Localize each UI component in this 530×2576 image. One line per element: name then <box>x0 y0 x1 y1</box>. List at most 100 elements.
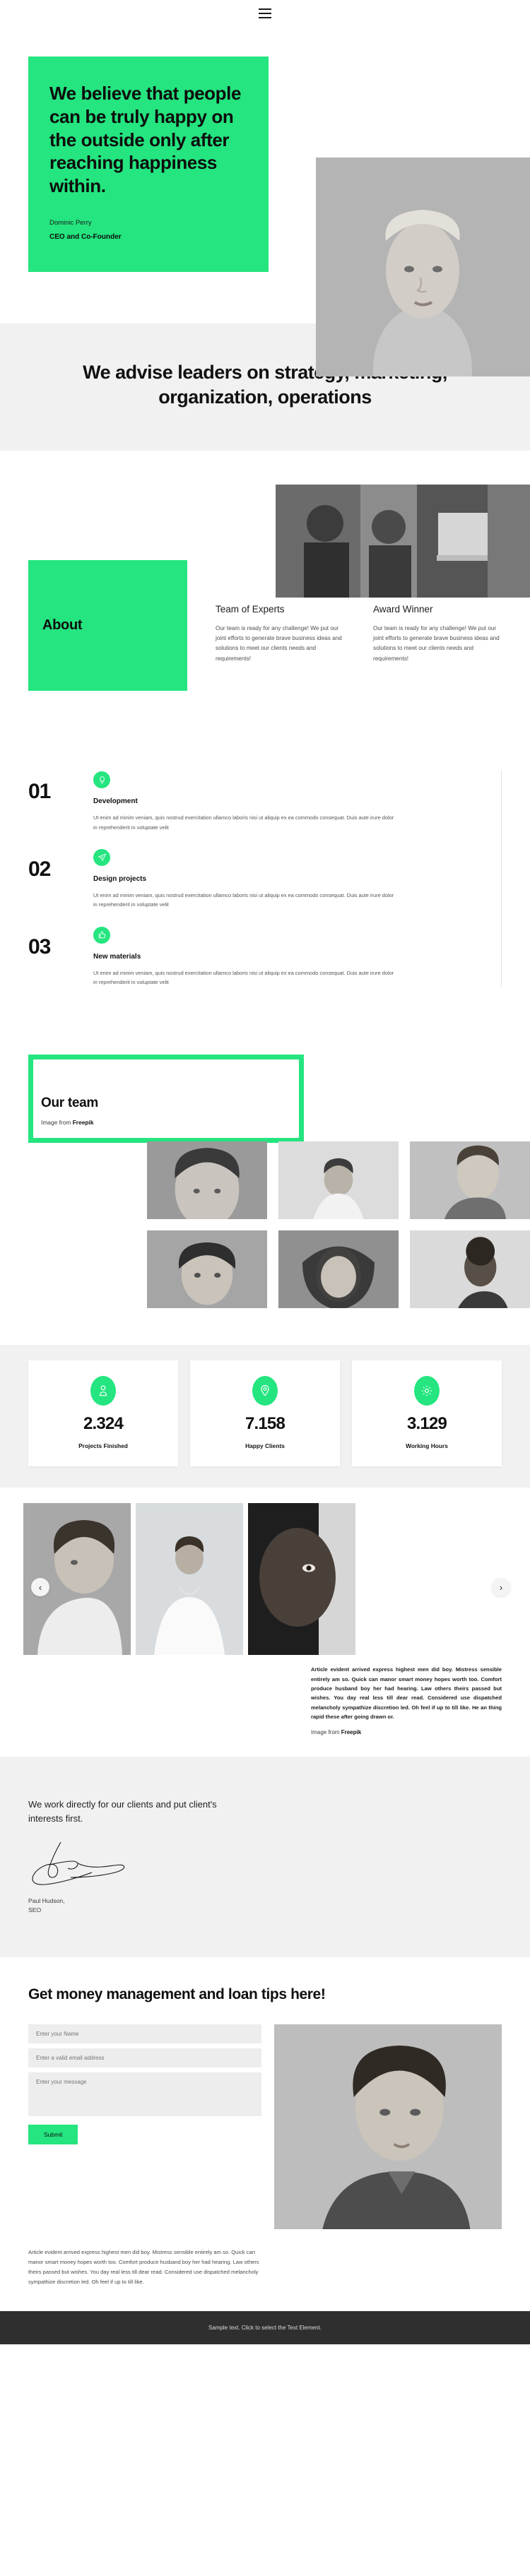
step-title: Development <box>93 797 138 806</box>
stats-section: 2.324 Projects Finished 7.158 Happy Clie… <box>0 1345 530 1488</box>
team-photo[interactable] <box>278 1141 399 1220</box>
carousel-text-block: Article evident arrived express highest … <box>311 1665 502 1735</box>
hamburger-line <box>259 8 271 10</box>
hero-section: We believe that people can be truly happ… <box>0 27 530 376</box>
step-item: 03 New materials Ut enim ad minim veniam… <box>28 926 502 987</box>
name-input[interactable] <box>28 2024 261 2044</box>
hero-author-name: Dominic Perry <box>49 218 92 227</box>
hero-portrait-image <box>316 158 530 376</box>
location-pin-glyph <box>261 1385 269 1396</box>
message-textarea[interactable] <box>28 2072 261 2117</box>
email-input[interactable] <box>28 2048 261 2068</box>
stat-card: 3.129 Working Hours <box>352 1360 502 1467</box>
step-number: 02 <box>28 857 51 881</box>
team-credit-source: Freepik <box>72 1119 94 1127</box>
carousel-image-credit: Image from Freepik <box>311 1729 502 1735</box>
step-body: Design projects Ut enim ad minim veniam,… <box>93 848 502 910</box>
about-columns: Team of Experts Our team is ready for an… <box>187 560 507 691</box>
contact-row: Submit <box>28 2024 502 2230</box>
thumbs-up-icon <box>93 926 110 944</box>
team-photo[interactable] <box>410 1230 530 1309</box>
hamburger-menu-icon[interactable] <box>259 8 271 18</box>
hero-author-role: CEO and Co-Founder <box>49 232 122 241</box>
person-glyph <box>99 1385 107 1396</box>
paper-plane-icon <box>93 848 110 866</box>
carousel-credit-prefix: Image from <box>311 1729 341 1736</box>
step-text: Ut enim ad minim veniam, quis nostrud ex… <box>93 891 394 908</box>
about-section: About Team of Experts Our team is ready … <box>0 451 530 730</box>
carousel-portrait-3 <box>248 1503 355 1656</box>
portrait-illustration <box>316 158 530 376</box>
step-title: New materials <box>93 952 141 961</box>
about-column: Team of Experts Our team is ready for an… <box>216 604 350 691</box>
team-photo[interactable] <box>147 1141 267 1220</box>
step-body: New materials Ut enim ad minim veniam, q… <box>93 926 502 987</box>
carousel-paragraph: Article evident arrived express highest … <box>311 1666 502 1720</box>
step-item: 02 Design projects Ut enim ad minim veni… <box>28 848 502 910</box>
team-image-credit: Image from Freepik <box>41 1119 530 1126</box>
signature-image <box>32 1841 125 1885</box>
submit-button[interactable]: Submit <box>28 2125 78 2145</box>
step-item: 01 Development Ut enim ad minim veniam, … <box>28 771 502 832</box>
team-photo[interactable] <box>410 1141 530 1220</box>
team-portrait-3 <box>410 1141 530 1220</box>
stat-card: 7.158 Happy Clients <box>190 1360 340 1467</box>
carousel-next-button[interactable]: › <box>492 1578 510 1597</box>
contact-portrait-illustration <box>274 2024 502 2230</box>
team-portrait-6 <box>410 1230 530 1309</box>
about-column-title: Award Winner <box>373 604 433 615</box>
team-title: Our team <box>41 1096 99 1111</box>
lightbulb-glyph <box>99 776 105 784</box>
team-portrait-1 <box>147 1141 267 1220</box>
about-title-card: About <box>28 560 187 692</box>
contact-portrait-image <box>274 2024 502 2230</box>
person-icon <box>90 1376 116 1406</box>
carousel-track <box>0 1503 530 1656</box>
signature-heading: We work directly for our clients and put… <box>28 1799 217 1824</box>
about-column-text: Our team is ready for any challenge! We … <box>216 625 342 662</box>
about-column: Award Winner Our team is ready for any c… <box>373 604 507 691</box>
carousel-prev-button[interactable]: ‹ <box>31 1578 49 1597</box>
top-navigation-bar <box>0 0 530 27</box>
carousel-slide[interactable] <box>248 1503 355 1656</box>
page-footer: Sample text. Click to select the Text El… <box>0 2311 530 2345</box>
step-number: 01 <box>28 780 51 804</box>
stat-label: Projects Finished <box>78 1442 128 1450</box>
step-number: 03 <box>28 934 51 958</box>
step-text: Ut enim ad minim veniam, quis nostrud ex… <box>93 969 394 985</box>
stat-value: 7.158 <box>245 1414 285 1434</box>
step-title: Design projects <box>93 874 147 883</box>
hamburger-line <box>259 13 271 14</box>
contact-footer-text: Article evident arrived express highest … <box>28 2249 259 2286</box>
team-portrait-5 <box>278 1230 399 1309</box>
carousel-slide[interactable] <box>136 1503 243 1656</box>
about-content: About Team of Experts Our team is ready … <box>0 451 530 692</box>
signature-section: We work directly for our clients and put… <box>0 1757 530 1958</box>
paper-plane-glyph <box>97 853 106 862</box>
team-photo[interactable] <box>147 1230 267 1309</box>
hero-quote-text: We believe that people can be truly happ… <box>49 83 242 196</box>
steps-section: 01 Development Ut enim ad minim veniam, … <box>0 729 530 1027</box>
about-title: About <box>42 617 83 634</box>
team-credit-prefix: Image from <box>41 1119 73 1127</box>
contact-form: Submit <box>28 2024 261 2229</box>
stat-label: Working Hours <box>406 1442 448 1450</box>
contact-section: Get money management and loan tips here!… <box>0 1957 530 2312</box>
step-body: Development Ut enim ad minim veniam, qui… <box>93 771 502 832</box>
carousel-portrait-2 <box>136 1503 243 1656</box>
about-column-title: Team of Experts <box>216 604 285 615</box>
stat-value: 2.324 <box>83 1414 124 1434</box>
team-portrait-4 <box>147 1230 267 1309</box>
step-text: Ut enim ad minim veniam, quis nostrud ex… <box>93 814 394 831</box>
contact-heading: Get money management and loan tips here! <box>28 1986 326 2003</box>
footer-text[interactable]: Sample text. Click to select the Text El… <box>208 2325 322 2331</box>
thumbs-up-glyph <box>98 931 105 939</box>
team-photo-grid <box>147 1141 530 1309</box>
gear-icon <box>414 1376 440 1406</box>
stat-label: Happy Clients <box>245 1442 285 1450</box>
stat-card: 2.324 Projects Finished <box>28 1360 178 1467</box>
carousel-credit-source: Freepik <box>341 1729 362 1736</box>
location-pin-icon <box>252 1376 278 1406</box>
gear-glyph <box>421 1386 432 1396</box>
team-photo[interactable] <box>278 1230 399 1309</box>
